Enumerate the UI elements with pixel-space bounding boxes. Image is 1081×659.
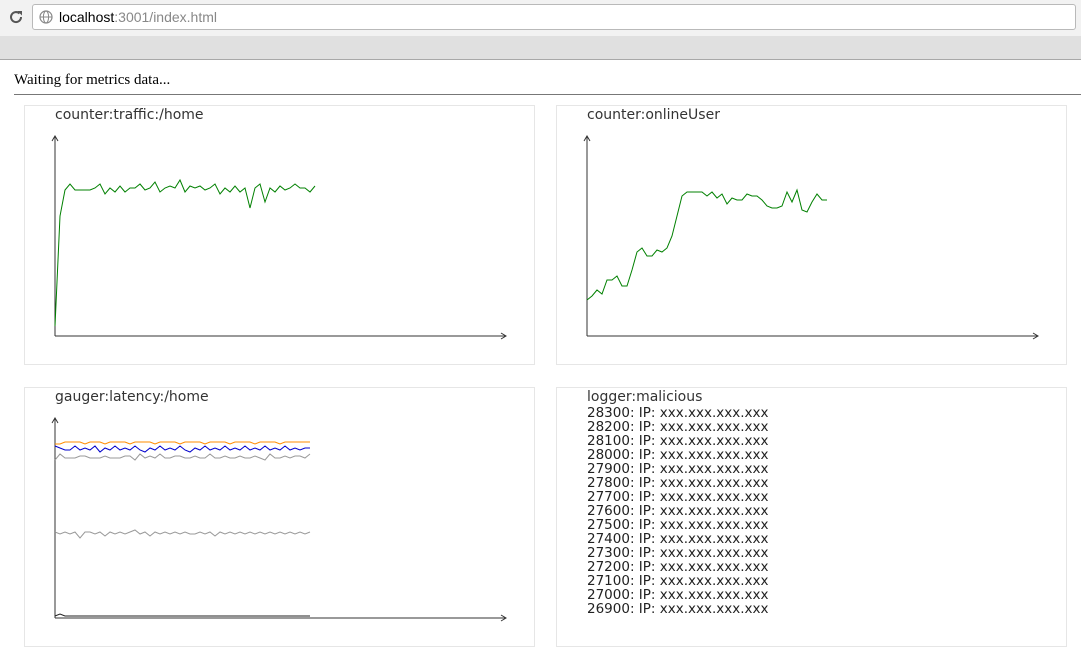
browser-toolbar: localhost:3001/index.html: [0, 0, 1081, 36]
log-entry: 27200: IP: xxx.xxx.xxx.xxx: [587, 559, 769, 575]
log-entry: 27800: IP: xxx.xxx.xxx.xxx: [587, 475, 769, 491]
page-divider: [14, 94, 1081, 95]
log-entry: 27600: IP: xxx.xxx.xxx.xxx: [587, 503, 769, 519]
log-entry: 27900: IP: xxx.xxx.xxx.xxx: [587, 461, 769, 477]
latency-chart-panel: gauger:latency:/home: [24, 387, 535, 647]
series-line: [54, 445, 310, 453]
latency-chart: [51, 417, 507, 622]
traffic-chart-panel: counter:traffic:/home: [24, 105, 535, 365]
logger-panel: logger:malicious 28300: IP: xxx.xxx.xxx.…: [556, 387, 1067, 647]
log-entry: 27500: IP: xxx.xxx.xxx.xxx: [587, 517, 769, 533]
traffic-chart: [51, 135, 507, 340]
bookmarks-bar: [0, 36, 1081, 60]
online-user-chart: [583, 135, 1039, 340]
online-user-chart-panel: counter:onlineUser: [556, 105, 1067, 365]
log-list: 28300: IP: xxx.xxx.xxx.xxx 28200: IP: xx…: [587, 406, 769, 616]
log-entry: 27400: IP: xxx.xxx.xxx.xxx: [587, 531, 769, 547]
log-entry: 27100: IP: xxx.xxx.xxx.xxx: [587, 573, 769, 589]
log-entry: 28300: IP: xxx.xxx.xxx.xxx: [587, 405, 769, 421]
log-entry: 28200: IP: xxx.xxx.xxx.xxx: [587, 419, 769, 435]
url-path: :3001/index.html: [114, 9, 217, 25]
log-entry: 27300: IP: xxx.xxx.xxx.xxx: [587, 545, 769, 561]
page-status-text: Waiting for metrics data...: [14, 72, 171, 88]
log-entry: 28000: IP: xxx.xxx.xxx.xxx: [587, 447, 769, 463]
address-bar[interactable]: localhost:3001/index.html: [32, 4, 1076, 30]
log-entry: 26900: IP: xxx.xxx.xxx.xxx: [587, 601, 769, 617]
series-line: [586, 188, 827, 301]
series-line: [55, 441, 310, 445]
series-line: [54, 613, 310, 617]
series-line: [54, 529, 311, 539]
reload-icon[interactable]: [8, 9, 24, 25]
url-host: localhost: [59, 9, 115, 25]
log-entry: 27700: IP: xxx.xxx.xxx.xxx: [587, 489, 769, 505]
series-line: [54, 178, 316, 327]
panel-title: logger:malicious: [587, 389, 703, 405]
series-line: [54, 453, 311, 461]
globe-icon: [39, 10, 53, 24]
url-text: localhost:3001/index.html: [59, 5, 217, 29]
log-entry: 27000: IP: xxx.xxx.xxx.xxx: [587, 587, 769, 603]
log-entry: 28100: IP: xxx.xxx.xxx.xxx: [587, 433, 769, 449]
